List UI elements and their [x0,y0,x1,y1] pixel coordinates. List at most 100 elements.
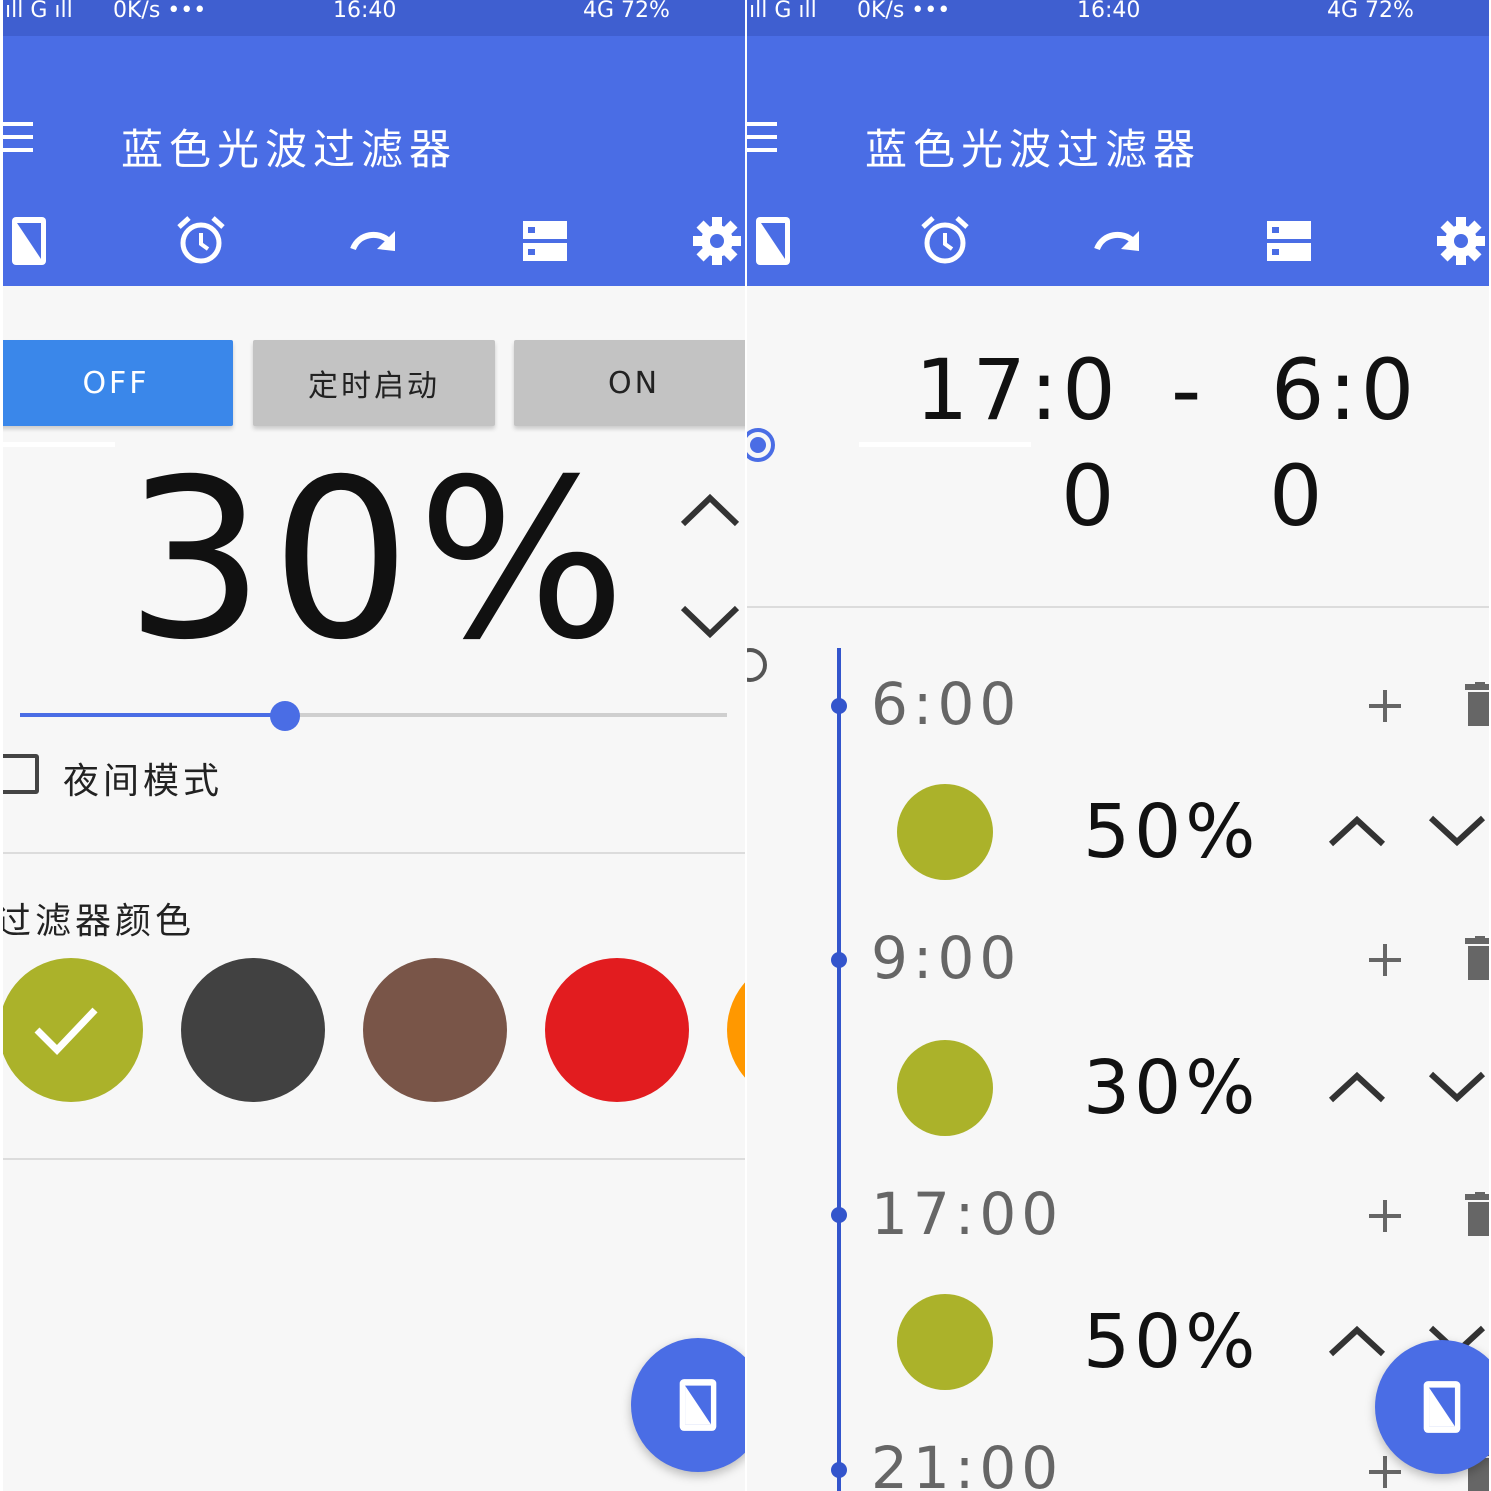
clock: 16:40 [1077,0,1141,23]
schedule-time[interactable]: 9:00 [871,926,1021,990]
color-swatch-brown[interactable] [363,958,507,1102]
schedule-decrease-button[interactable] [1427,812,1487,850]
color-swatch-orange[interactable] [727,958,745,1102]
chevron-up-icon [1328,1071,1386,1103]
gear-icon [1437,217,1485,265]
schedule-time[interactable]: 17:00 [871,1182,1063,1246]
schedule-screen: ıll G ıll 0K/s ••• 16:40 4G 72% 蓝色光波过滤器 [747,0,1489,1491]
tab-schedule[interactable] [145,196,257,286]
night-mode-label: 夜间模式 [63,761,224,802]
filter-color-title: 过滤器颜色 [3,901,196,942]
tab-settings[interactable] [1405,196,1489,286]
schedule-percent: 50% [1083,1299,1260,1385]
night-mode-checkbox[interactable] [3,754,39,794]
tab-storage[interactable] [1233,196,1345,286]
schedule-color-swatch[interactable] [897,1294,993,1390]
schedule-color-swatch[interactable] [897,1040,993,1136]
filter-toggle-fab[interactable] [631,1338,745,1472]
add-icon[interactable] [1365,686,1405,726]
intensity-slider[interactable] [20,701,727,731]
add-icon[interactable] [1365,940,1405,980]
schedule-radio[interactable] [747,648,767,682]
network-speed: 0K/s ••• [113,0,207,23]
radio-selected-dot [750,437,766,453]
timed-start-button[interactable]: 定时启动 [253,340,495,426]
divider [747,606,1489,608]
range-start-time-tail[interactable]: 0 [1061,446,1118,546]
redo-icon [1094,231,1139,251]
schedule-increase-button[interactable] [1327,812,1387,850]
status-bar: ıll G ıll 0K/s ••• 16:40 4G 72% [3,0,745,36]
phone-filter-icon [12,217,46,265]
schedule-time[interactable]: 6:00 [871,672,1021,736]
range-end-time-tail[interactable]: 0 [1269,446,1326,546]
active-tab-indicator [3,442,115,447]
tab-settings[interactable] [661,196,745,286]
color-swatch-olive[interactable] [3,958,143,1102]
time-range-radio[interactable] [747,428,775,462]
battery-indicator: 4G 72% [1327,0,1414,23]
decrease-button[interactable] [679,602,741,642]
gear-icon [693,217,741,265]
tab-redo[interactable] [317,196,429,286]
tab-schedule[interactable] [889,196,1001,286]
chevron-up-icon [1328,1325,1386,1357]
range-end-time[interactable]: 6:0 [1271,340,1418,440]
timeline-dot [831,952,847,968]
divider [3,1158,745,1160]
tab-bar [747,196,1489,447]
schedule-decrease-button[interactable] [1427,1068,1487,1106]
schedule-increase-button[interactable] [1327,1322,1387,1360]
status-bar: ıll G ıll 0K/s ••• 16:40 4G 72% [747,0,1489,36]
clock: 16:40 [333,0,397,23]
tab-filter[interactable] [3,196,85,286]
tab-bar [3,196,745,447]
app-title: 蓝色光波过滤器 [121,125,458,174]
app-bar: 蓝色光波过滤器 [3,36,745,447]
storage-icon [523,221,567,261]
off-button[interactable]: OFF [3,340,233,426]
trash-icon[interactable] [1463,682,1489,728]
chevron-down-icon [680,605,740,639]
color-swatch-red[interactable] [545,958,689,1102]
chevron-down-icon [1428,1071,1486,1103]
trash-icon[interactable] [1463,936,1489,982]
timeline-dot [831,1207,847,1223]
timeline-dot [831,698,847,714]
signal-indicator: ıll G ıll [5,0,73,23]
divider [3,852,745,854]
slider-thumb[interactable] [270,701,301,731]
main-screen: ıll G ıll 0K/s ••• 16:40 4G 72% 蓝色光波过滤器 [3,0,745,1491]
trash-icon[interactable] [1463,1192,1489,1238]
menu-icon[interactable] [747,122,777,156]
schedule-increase-button[interactable] [1327,1068,1387,1106]
schedule-time[interactable]: 21:00 [871,1436,1063,1491]
schedule-percent: 30% [1083,1045,1260,1131]
active-tab-indicator [859,442,1031,447]
menu-icon[interactable] [3,122,33,156]
schedule-color-swatch[interactable] [897,784,993,880]
range-start-time[interactable]: 17:0 [915,340,1120,440]
alarm-icon [177,216,225,264]
color-swatch-dark-gray[interactable] [181,958,325,1102]
storage-icon [1267,221,1311,261]
tab-filter[interactable] [747,196,829,286]
tab-storage[interactable] [489,196,601,286]
phone-filter-icon [756,217,790,265]
app-bar: 蓝色光波过滤器 [747,36,1489,447]
redo-icon [350,231,395,251]
intensity-value: 30% [125,432,632,688]
add-icon[interactable] [1365,1196,1405,1236]
timeline-line [837,648,841,1491]
app-title: 蓝色光波过滤器 [865,125,1202,174]
tab-redo[interactable] [1061,196,1173,286]
on-button[interactable]: ON [514,340,745,426]
battery-indicator: 4G 72% [583,0,670,23]
chevron-up-icon [1328,815,1386,847]
increase-button[interactable] [679,490,741,530]
chevron-down-icon [1428,815,1486,847]
phone-filter-icon [1423,1381,1461,1433]
slider-fill [20,713,286,717]
chevron-up-icon [680,493,740,527]
phone-filter-icon [679,1379,717,1431]
